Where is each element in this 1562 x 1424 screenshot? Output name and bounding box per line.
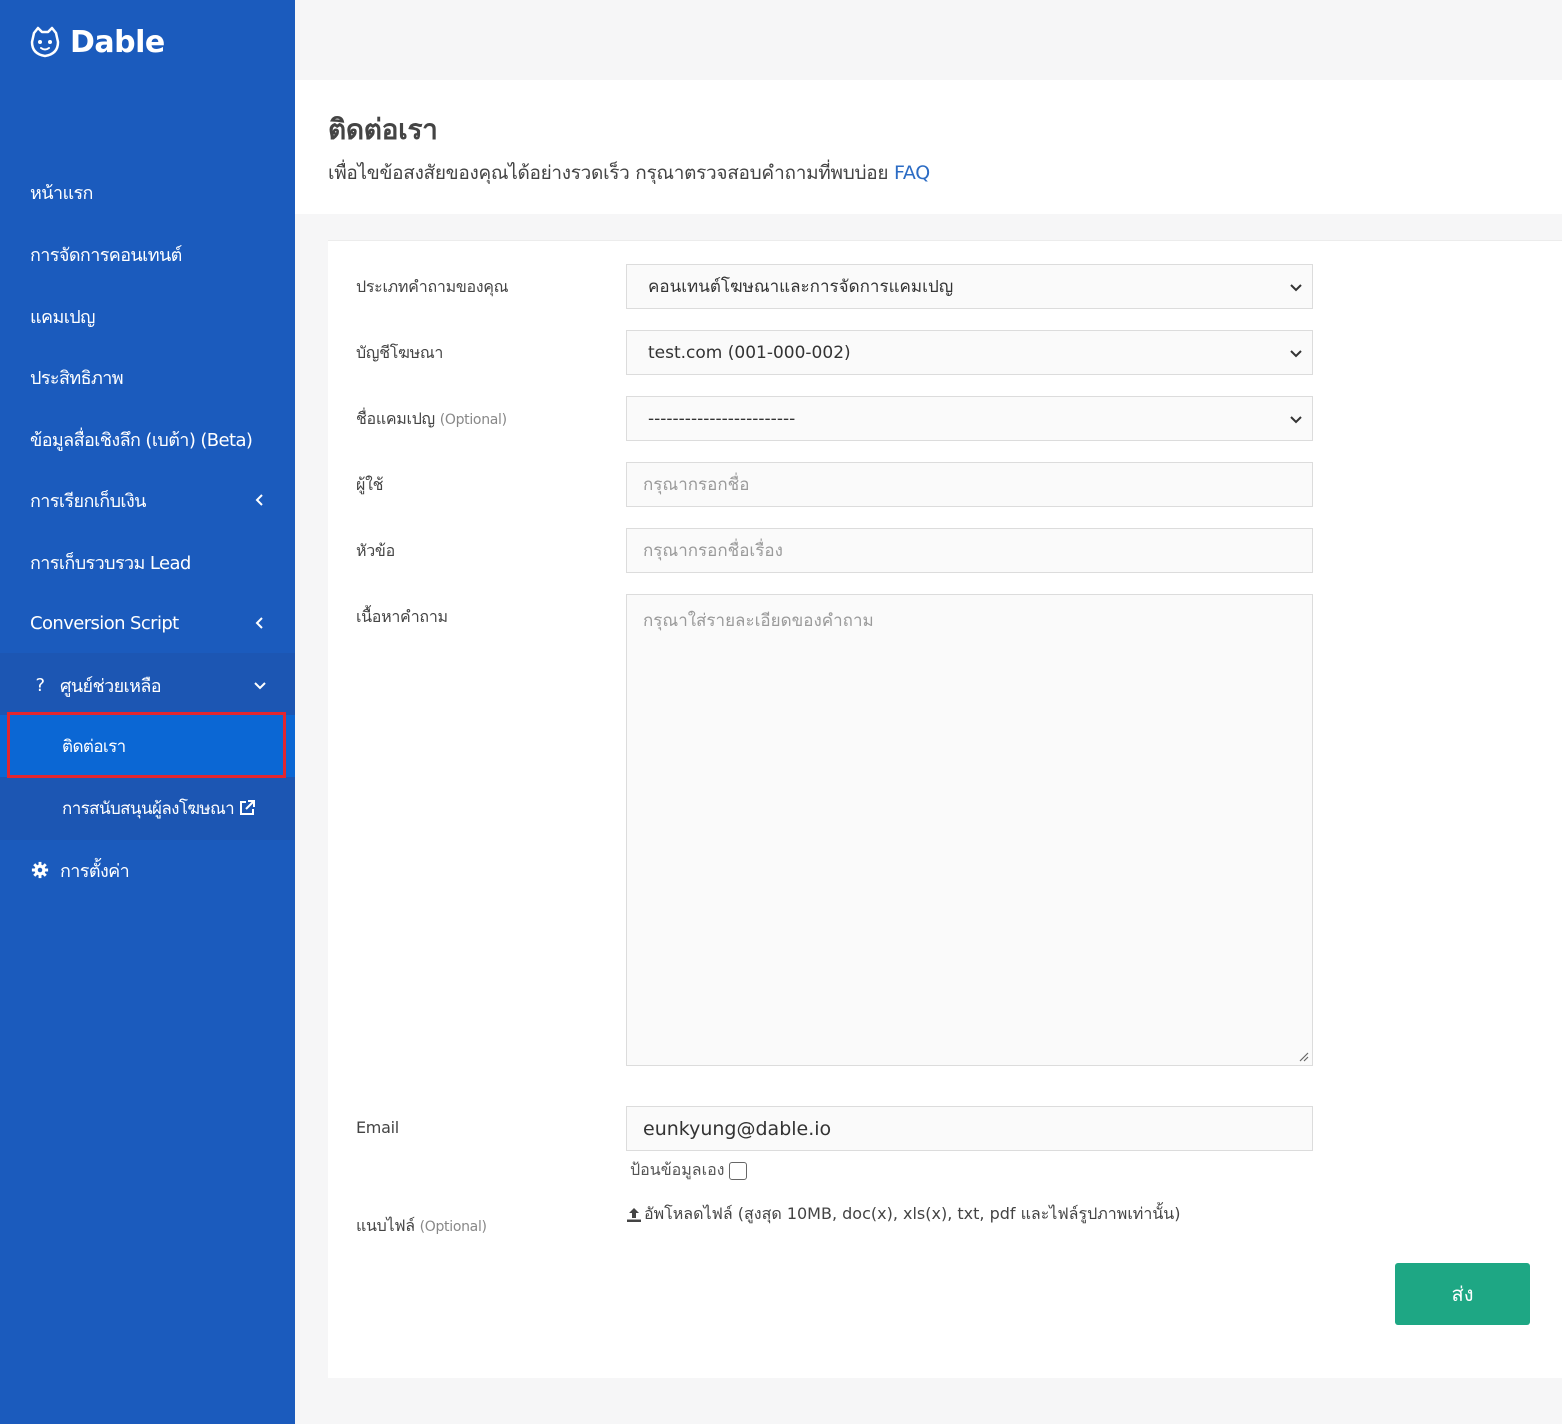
sidebar-item-label: การเก็บรวบรวม Lead [30, 552, 191, 574]
brand-name: Dable [70, 24, 165, 60]
dable-logo-icon [30, 26, 60, 58]
user-input[interactable] [627, 463, 1312, 506]
attachment-label: แนบไฟล์ (Optional) [356, 1214, 487, 1239]
upload-icon [627, 1207, 641, 1222]
subtitle-text: เพื่อไขข้อสงสัยของคุณได้อย่างรวดเร็ว กรุ… [328, 162, 889, 184]
sidebar-item-label: การตั้งค่า [60, 860, 130, 882]
ad-account-select[interactable]: test.com (001-000-002) [626, 330, 1313, 375]
label-text: หัวข้อ [356, 541, 395, 560]
user-field [626, 462, 1313, 507]
subject-field [626, 528, 1313, 573]
page-title: ติดต่อเรา [328, 113, 438, 146]
sidebar-item-label: การสนับสนุนผู้ลงโฆษณา [62, 798, 235, 819]
label-text: ประเภทคำถามของคุณ [356, 277, 509, 296]
sidebar-item-media-insights[interactable]: ข้อมูลสื่อเชิงลึก (เบต้า) (Beta) [0, 409, 295, 469]
sidebar-item-label: หน้าแรก [30, 182, 93, 204]
label-text: ชื่อแคมเปญ [356, 409, 435, 428]
sidebar-item-home[interactable]: หน้าแรก [0, 162, 295, 222]
ad-account-label: บัญชีโฆษณา [356, 341, 443, 366]
sidebar-item-lead-collection[interactable]: การเก็บรวบรวม Lead [0, 532, 295, 592]
subject-input[interactable] [627, 529, 1312, 572]
chevron-left-icon [253, 616, 267, 630]
chevron-down-icon [1290, 415, 1302, 423]
sidebar-item-advertiser-support[interactable]: การสนับสนุนผู้ลงโฆษณา [0, 777, 295, 839]
label-text: บัญชีโฆษณา [356, 343, 444, 362]
upload-file-button[interactable]: อัพโหลดไฟล์ (สูงสุด 10MB, doc(x), xls(x)… [626, 1202, 1180, 1227]
chevron-down-icon [1290, 349, 1302, 357]
self-input-option: ป้อนข้อมูลเอง [630, 1158, 747, 1183]
page-header: ติดต่อเรา เพื่อไขข้อสงสัยของคุณได้อย่างร… [295, 80, 1562, 214]
self-input-checkbox[interactable] [728, 1161, 747, 1180]
sidebar-item-conversion-script[interactable]: Conversion Script [0, 593, 295, 653]
label-text: แนบไฟล์ [356, 1216, 415, 1235]
sidebar-item-billing[interactable]: การเรียกเก็บเงิน [0, 470, 295, 530]
faq-link[interactable]: FAQ [894, 162, 930, 184]
content-field [626, 594, 1313, 1066]
dable-logo[interactable]: Dable [28, 22, 165, 62]
sidebar-item-contact-us[interactable]: ติดต่อเรา [0, 715, 295, 777]
upload-text: อัพโหลดไฟล์ (สูงสุด 10MB, doc(x), xls(x)… [644, 1204, 1181, 1223]
user-label: ผู้ใช้ [356, 473, 383, 498]
sidebar: Dable หน้าแรก การจัดการคอนเทนต์ แคมเปญ ป… [0, 0, 295, 1424]
email-field [626, 1106, 1313, 1151]
page-subtitle: เพื่อไขข้อสงสัยของคุณได้อย่างรวดเร็ว กรุ… [328, 158, 930, 188]
sidebar-item-label: ข้อมูลสื่อเชิงลึก (เบต้า) (Beta) [30, 429, 253, 451]
submit-button[interactable]: ส่ง [1395, 1263, 1530, 1325]
optional-tag: (Optional) [419, 1219, 487, 1235]
top-bar [295, 0, 1562, 80]
sidebar-item-settings[interactable]: การตั้งค่า [0, 840, 295, 900]
sidebar-item-campaign[interactable]: แคมเปญ [0, 286, 295, 346]
sidebar-item-label: Conversion Script [30, 612, 179, 634]
sidebar-item-label: แคมเปญ [30, 306, 95, 328]
email-label: Email [356, 1118, 399, 1137]
self-input-label: ป้อนข้อมูลเอง [630, 1160, 725, 1179]
sidebar-item-label: ติดต่อเรา [62, 736, 126, 757]
content-textarea[interactable] [627, 595, 1312, 1065]
chevron-left-icon [253, 493, 267, 507]
question-type-select[interactable]: คอนเทนต์โฆษณาและการจัดการแคมเปญ [626, 264, 1313, 309]
select-value: ------------------------ [648, 408, 796, 429]
sidebar-item-content-management[interactable]: การจัดการคอนเทนต์ [0, 224, 295, 284]
sidebar-item-label: ประสิทธิภาพ [30, 367, 124, 389]
question-icon: ? [35, 674, 46, 696]
subject-label: หัวข้อ [356, 539, 395, 564]
label-text: ผู้ใช้ [356, 475, 384, 494]
gear-icon [30, 861, 50, 879]
sidebar-item-performance[interactable]: ประสิทธิภาพ [0, 347, 295, 407]
optional-tag: (Optional) [439, 412, 507, 428]
sidebar-item-label: การเรียกเก็บเงิน [30, 490, 146, 512]
campaign-name-select[interactable]: ------------------------ [626, 396, 1313, 441]
label-text: Email [356, 1118, 399, 1137]
sidebar-item-label: การจัดการคอนเทนต์ [30, 244, 182, 266]
select-value: คอนเทนต์โฆษณาและการจัดการแคมเปญ [648, 277, 954, 297]
chevron-down-icon [1290, 283, 1302, 291]
campaign-name-label: ชื่อแคมเปญ (Optional) [356, 407, 507, 432]
sidebar-item-help-center[interactable]: ? ศูนย์ช่วยเหลือ [0, 655, 295, 715]
sidebar-item-label: ศูนย์ช่วยเหลือ [60, 675, 162, 697]
content-label: เนื้อหาคำถาม [356, 605, 448, 630]
resize-handle-icon[interactable] [1297, 1050, 1309, 1062]
email-input[interactable] [627, 1107, 1312, 1150]
chevron-down-icon [253, 678, 267, 692]
label-text: เนื้อหาคำถาม [356, 607, 448, 626]
external-link-icon [240, 800, 256, 815]
select-value: test.com (001-000-002) [648, 342, 851, 363]
contact-form: ประเภทคำถามของคุณ คอนเทนต์โฆษณาและการจัด… [328, 240, 1562, 1378]
question-type-label: ประเภทคำถามของคุณ [356, 275, 509, 300]
